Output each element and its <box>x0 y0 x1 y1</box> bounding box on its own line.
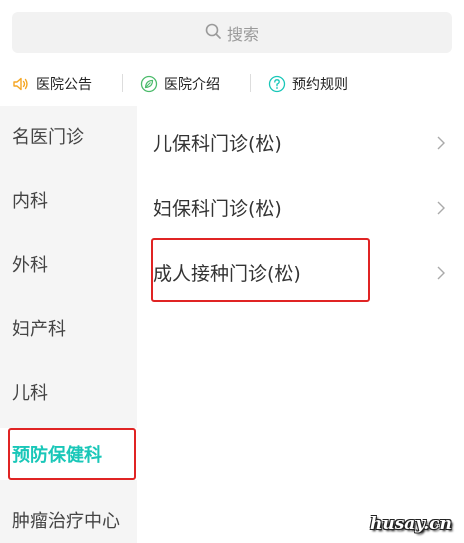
sidebar-item-label: 名医门诊 <box>12 127 84 148</box>
watermark: husay.cn <box>370 514 452 534</box>
chevron-right-icon <box>436 134 446 156</box>
sidebar-item-label: 妇产科 <box>12 319 66 340</box>
search-input[interactable]: 搜索 <box>12 12 452 53</box>
divider <box>122 74 123 92</box>
sidebar-item-surgery[interactable]: 外科 <box>0 234 137 294</box>
sidebar-item-famous-doctors[interactable]: 名医门诊 <box>0 106 137 166</box>
sidebar-item-label: 内科 <box>12 191 48 212</box>
sidebar-item-pediatrics[interactable]: 儿科 <box>0 362 137 422</box>
search-placeholder: 搜索 <box>226 24 259 44</box>
clinic-row[interactable]: 儿保科门诊(松) <box>137 110 464 174</box>
clinic-label: 儿保科门诊(松) <box>153 132 282 155</box>
clinic-label: 成人接种门诊(松) <box>153 262 301 285</box>
announcement-link[interactable]: 医院公告 <box>12 74 92 94</box>
rules-link[interactable]: 预约规则 <box>268 74 348 94</box>
leaf-icon <box>140 75 158 93</box>
intro-label: 医院介绍 <box>164 77 220 93</box>
sidebar-item-label: 儿科 <box>12 383 48 404</box>
clinic-label: 妇保科门诊(松) <box>153 197 282 220</box>
sidebar-item-internal-medicine[interactable]: 内科 <box>0 170 137 230</box>
department-sidebar: 名医门诊 内科 外科 妇产科 儿科 预防保健科 肿瘤治疗中心 <box>0 106 137 543</box>
chevron-right-icon <box>436 264 446 286</box>
sidebar-item-oncology[interactable]: 肿瘤治疗中心 <box>0 490 137 543</box>
divider <box>250 74 251 92</box>
sidebar-item-label: 预防保健科 <box>12 445 102 466</box>
sidebar-item-label: 外科 <box>12 255 48 276</box>
speaker-icon <box>12 75 30 93</box>
sidebar-item-obstetrics[interactable]: 妇产科 <box>0 298 137 358</box>
search-icon <box>205 23 227 43</box>
announcement-label: 医院公告 <box>36 77 92 93</box>
chevron-right-icon <box>436 199 446 221</box>
sidebar-item-label: 肿瘤治疗中心 <box>12 511 120 532</box>
rules-label: 预约规则 <box>292 77 348 93</box>
clinic-row[interactable]: 成人接种门诊(松) <box>137 240 464 304</box>
intro-link[interactable]: 医院介绍 <box>140 74 220 94</box>
quicklinks-bar: 医院公告 医院介绍 预约规则 <box>0 64 464 104</box>
clinic-list: 儿保科门诊(松) 妇保科门诊(松) 成人接种门诊(松) <box>137 106 464 543</box>
search-bar: 搜索 <box>0 0 464 64</box>
question-icon <box>268 75 286 93</box>
sidebar-item-preventive-care[interactable]: 预防保健科 <box>0 428 137 480</box>
clinic-row[interactable]: 妇保科门诊(松) <box>137 175 464 239</box>
